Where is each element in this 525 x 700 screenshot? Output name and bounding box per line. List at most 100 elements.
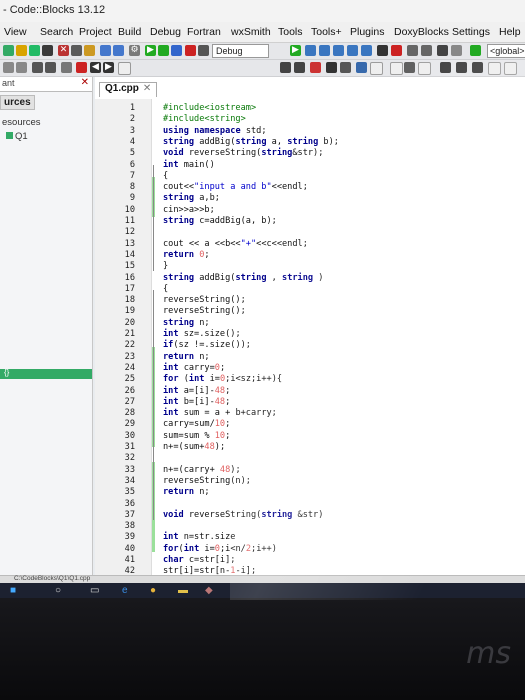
fold-marker[interactable] bbox=[153, 290, 160, 520]
layout-icon-5[interactable] bbox=[456, 62, 467, 73]
code-line[interactable]: reverseString(n); bbox=[163, 476, 251, 486]
layout-icon-6[interactable] bbox=[472, 62, 483, 73]
code-line[interactable]: cin>>a>>b; bbox=[163, 205, 215, 215]
sources-tab[interactable]: urces bbox=[0, 95, 35, 110]
code-line[interactable]: int carry=0; bbox=[163, 363, 225, 373]
menu-help[interactable]: Help bbox=[499, 26, 521, 38]
uncomment-icon[interactable] bbox=[16, 62, 27, 73]
toolbar-extra-icon[interactable] bbox=[437, 45, 448, 56]
stop-icon[interactable] bbox=[198, 45, 209, 56]
code-line[interactable]: int main() bbox=[163, 160, 215, 170]
stream-comment-icon[interactable] bbox=[45, 62, 56, 73]
code-line[interactable]: { bbox=[163, 171, 168, 181]
symbol-row[interactable]: {} bbox=[0, 368, 92, 379]
debug-run-icon[interactable]: ▶ bbox=[290, 45, 301, 56]
bookmark-icon[interactable] bbox=[76, 62, 87, 73]
zoom-icon[interactable] bbox=[340, 62, 351, 73]
windows-icon[interactable]: ■ bbox=[10, 585, 16, 596]
new-file-icon[interactable] bbox=[3, 45, 14, 56]
code-line[interactable]: string a,b; bbox=[163, 193, 220, 203]
menu-view[interactable]: View bbox=[4, 26, 27, 38]
comment-icon[interactable] bbox=[3, 62, 14, 73]
code-line[interactable]: int n=str.size bbox=[163, 532, 235, 542]
cut-icon[interactable]: ✕ bbox=[58, 45, 69, 56]
highlight-icon[interactable] bbox=[310, 62, 321, 73]
menu-build[interactable]: Build bbox=[118, 26, 141, 38]
jump-back-icon[interactable] bbox=[280, 62, 291, 73]
code-line[interactable]: cout<<"input a and b"<<endl; bbox=[163, 182, 308, 192]
close-icon[interactable]: ✕ bbox=[81, 77, 89, 88]
code-line[interactable]: string n; bbox=[163, 318, 210, 328]
menu-project[interactable]: Project bbox=[79, 26, 112, 38]
scope-select[interactable]: <global> bbox=[487, 44, 525, 58]
prev-bookmark-icon[interactable]: ◀ bbox=[90, 62, 101, 73]
preview-icon[interactable] bbox=[370, 62, 383, 75]
menu-doxyblocks[interactable]: DoxyBlocks bbox=[394, 26, 449, 38]
code-line[interactable]: #include<iostream> bbox=[163, 103, 256, 113]
code-line[interactable]: return n; bbox=[163, 487, 210, 497]
code-line[interactable]: #include<string> bbox=[163, 114, 246, 124]
debug-windows-icon[interactable] bbox=[407, 45, 418, 56]
layout-icon-8[interactable] bbox=[504, 62, 517, 75]
abort-icon[interactable] bbox=[185, 45, 196, 56]
match-icon[interactable] bbox=[356, 62, 367, 73]
select-icon[interactable] bbox=[326, 62, 337, 73]
code-line[interactable]: for(int i=0;i<n/2;i++) bbox=[163, 544, 277, 554]
layout-icon-4[interactable] bbox=[440, 62, 451, 73]
rebuild-icon[interactable] bbox=[171, 45, 182, 56]
code-line[interactable]: if(sz !=.size()); bbox=[163, 340, 251, 350]
folder-icon[interactable]: ▬ bbox=[178, 585, 188, 596]
code-line[interactable]: reverseString(); bbox=[163, 306, 246, 316]
code-line[interactable]: string addBig(string , string ) bbox=[163, 273, 323, 283]
debug-step-instruction-icon[interactable] bbox=[361, 45, 372, 56]
layout-icon-7[interactable] bbox=[488, 62, 501, 75]
code-line[interactable]: n+=(carry+ 48); bbox=[163, 465, 241, 475]
debug-info-icon[interactable] bbox=[421, 45, 432, 56]
menu-debug[interactable]: Debug bbox=[150, 26, 181, 38]
debug-next-line-icon[interactable] bbox=[305, 45, 316, 56]
chrome-icon[interactable]: ● bbox=[150, 585, 156, 596]
tree-item-resources[interactable]: esources bbox=[2, 117, 41, 128]
codeblocks-icon[interactable]: ◆ bbox=[205, 585, 213, 596]
file-tab-q1[interactable]: Q1.cpp ✕ bbox=[99, 82, 158, 97]
code-line[interactable]: for (int i=0;i<sz;i++){ bbox=[163, 374, 282, 384]
replace-icon[interactable] bbox=[113, 45, 124, 56]
edge-icon[interactable]: e bbox=[122, 585, 128, 596]
code-line[interactable]: int b=[i]-48; bbox=[163, 397, 230, 407]
code-line[interactable]: int sz=.size(); bbox=[163, 329, 241, 339]
layout-icon-1[interactable] bbox=[390, 62, 403, 75]
menu-wxsmith[interactable]: wxSmith bbox=[231, 26, 271, 38]
code-line[interactable]: int a=[i]-48; bbox=[163, 386, 230, 396]
copy-icon[interactable] bbox=[71, 45, 82, 56]
box-comment-icon[interactable] bbox=[61, 62, 72, 73]
find-icon[interactable] bbox=[100, 45, 111, 56]
run-icon[interactable]: ▶ bbox=[145, 45, 156, 56]
code-line[interactable]: void reverseString(string &str) bbox=[163, 510, 323, 520]
save-all-icon[interactable] bbox=[42, 45, 53, 56]
toggle-comment-icon[interactable] bbox=[32, 62, 43, 73]
menu-search[interactable]: Search bbox=[40, 26, 73, 38]
menu-tools[interactable]: Tools bbox=[278, 26, 303, 38]
tree-item-q1[interactable]: Q1 bbox=[6, 131, 28, 142]
code-line[interactable]: n+=(sum+48); bbox=[163, 442, 225, 452]
code-line[interactable]: void reverseString(string&str); bbox=[163, 148, 323, 158]
save-icon[interactable] bbox=[29, 45, 40, 56]
layout-icon-3[interactable] bbox=[418, 62, 431, 75]
code-line[interactable]: string c=addBig(a, b); bbox=[163, 216, 277, 226]
code-line[interactable]: string addBig(string a, string b); bbox=[163, 137, 339, 147]
debug-stop-icon[interactable] bbox=[391, 45, 402, 56]
build-target-select[interactable]: Debug bbox=[212, 44, 269, 58]
menu-plugins[interactable]: Plugins bbox=[350, 26, 384, 38]
code-line[interactable]: using namespace std; bbox=[163, 126, 267, 136]
code-line[interactable]: int sum = a + b+carry; bbox=[163, 408, 277, 418]
paste-icon[interactable] bbox=[84, 45, 95, 56]
settings-icon[interactable]: ⚙ bbox=[129, 45, 140, 56]
code-line[interactable]: { bbox=[163, 284, 168, 294]
code-line[interactable]: carry=sum/10; bbox=[163, 419, 230, 429]
code-line[interactable]: sum=sum % 10; bbox=[163, 431, 230, 441]
code-editor[interactable]: Q1.cpp ✕ 1 2 3 4 5 6 7 8 9 10 11 12 13 14 15 16 17 18 19 20 2… bbox=[95, 77, 525, 576]
code-line[interactable]: } bbox=[163, 261, 168, 271]
menu-settings[interactable]: Settings bbox=[452, 26, 490, 38]
build-and-run-icon[interactable] bbox=[158, 45, 169, 56]
layout-icon-2[interactable] bbox=[404, 62, 415, 73]
